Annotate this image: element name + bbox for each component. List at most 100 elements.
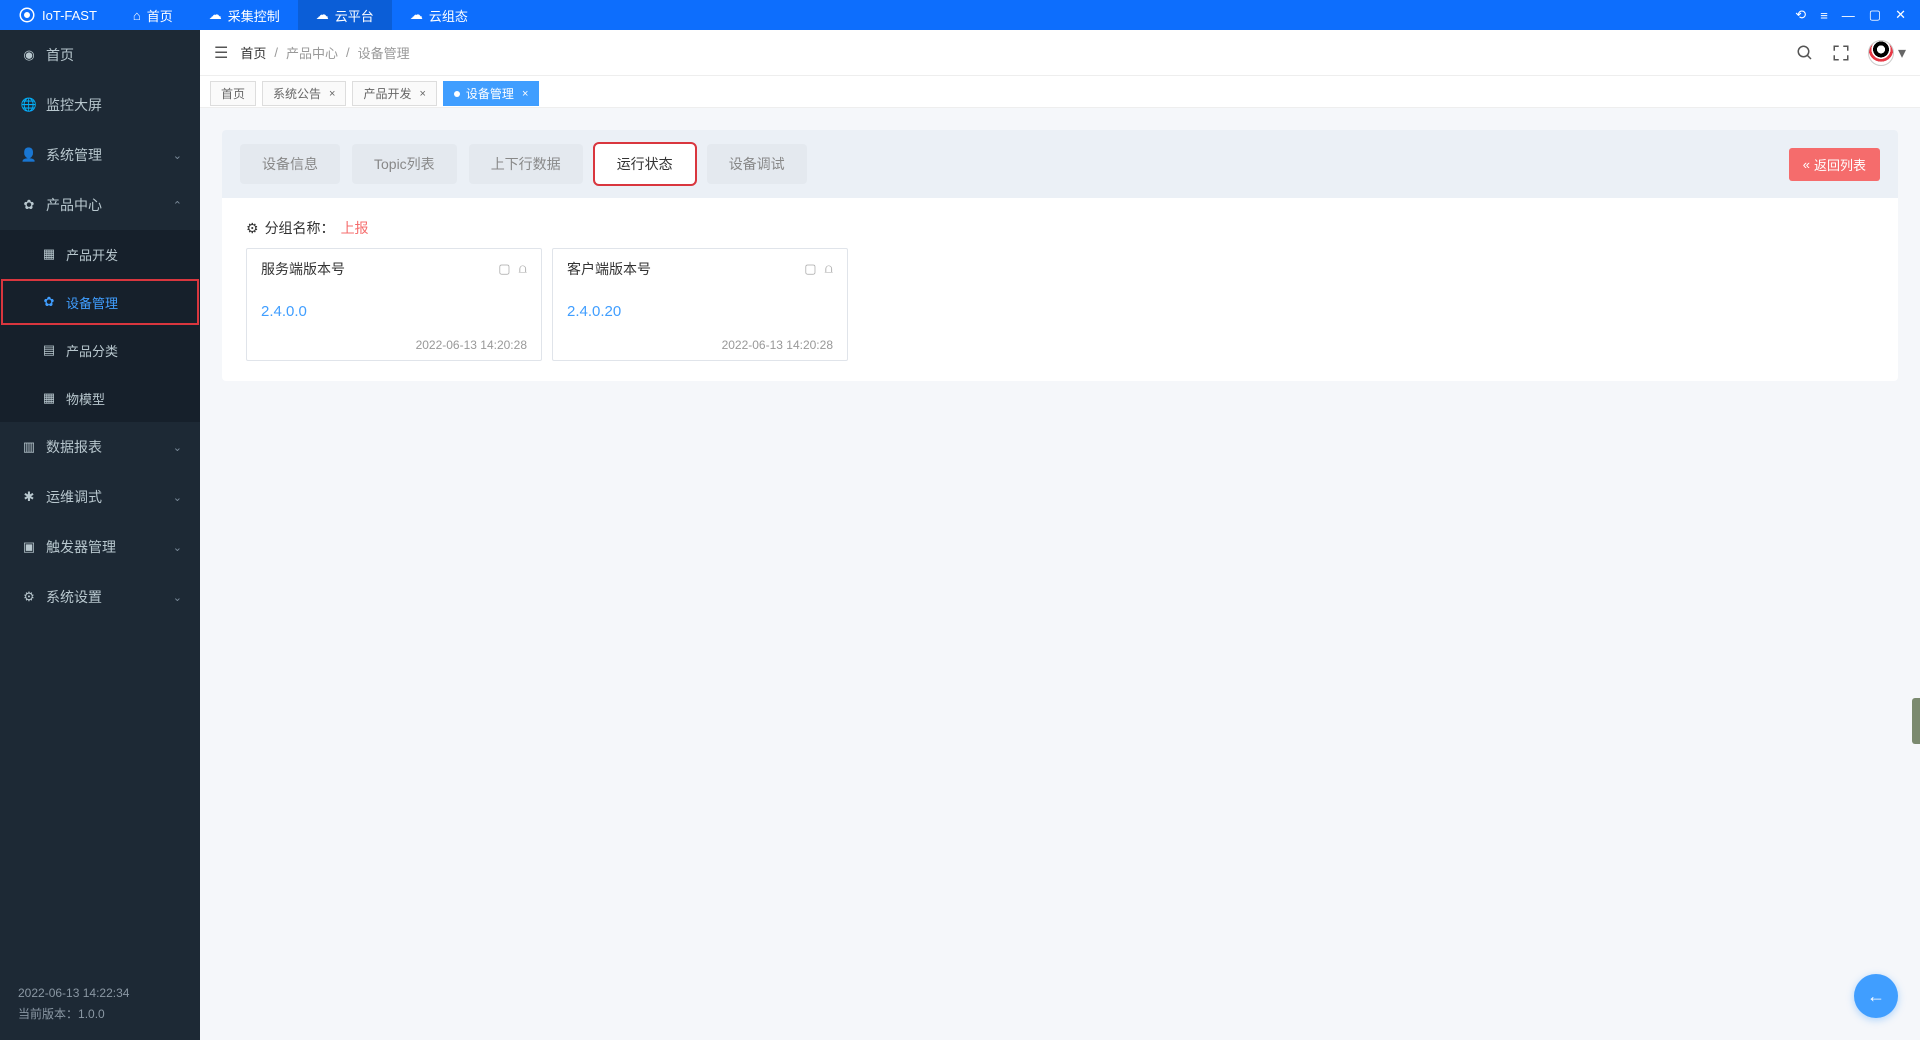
close-tab-icon[interactable]: × [329,88,335,100]
group-name-row: ⚙ 分组名称： 上报 [246,218,1874,238]
panel-body: ⚙ 分组名称： 上报 服务端版本号 ▢ ⩍ [222,198,1898,381]
bug-icon: ✱ [18,489,40,505]
logo-icon [18,6,36,24]
tab-device-mgmt[interactable]: 设备管理 × [443,81,539,106]
panel-header: 设备信息 Topic列表 上下行数据 运行状态 设备调试 « 返回列表 [222,130,1898,198]
sidebar-item-monitor[interactable]: 🌐 监控大屏 [0,80,200,130]
chevron-down-icon: ▾ [1898,43,1906,63]
maximize-icon[interactable]: ▢ [1869,7,1881,23]
topbar-actions: ▾ [1796,40,1906,66]
close-tab-icon[interactable]: × [522,88,528,100]
card-value: 2.4.0.20 [567,279,833,338]
sidebar-item-system-mgmt[interactable]: 👤 系统管理 ⌄ [0,130,200,180]
close-icon[interactable]: ✕ [1895,7,1906,23]
titlebar-nav: ⌂ 首页 ☁ 采集控制 ☁ 云平台 ☁ 云组态 [115,0,486,30]
globe-icon: 🌐 [18,97,40,113]
menu-icon[interactable]: ≡ [1820,8,1828,23]
sidebar-item-home[interactable]: ◉ 首页 [0,30,200,80]
double-left-icon: « [1803,157,1810,172]
grid-icon: ▦ [38,390,60,406]
group-label: 分组名称： [265,218,335,238]
close-tab-icon[interactable]: × [419,88,425,100]
user-menu[interactable]: ▾ [1868,40,1906,66]
search-icon[interactable] [1796,44,1814,62]
sidebar: ◉ 首页 🌐 监控大屏 👤 系统管理 ⌄ ✿ 产品中心 ⌃ ▦ 产品开发 [0,30,200,1040]
dashboard-icon: ◉ [18,47,40,63]
sidebar-item-system-settings[interactable]: ⚙ 系统设置 ⌄ [0,572,200,622]
open-tabs-bar: 首页 系统公告 × 产品开发 × 设备管理 × [200,76,1920,108]
minimize-icon[interactable]: — [1842,8,1855,23]
cloud-config-icon: ☁ [410,7,423,23]
chevron-down-icon: ⌄ [173,149,182,162]
chart-icon[interactable]: ⩍ [519,261,527,277]
window-controls: ⟲ ≡ — ▢ ✕ [1781,7,1920,23]
fab-back-button[interactable]: ← [1854,974,1898,1018]
avatar-icon [1868,40,1894,66]
collapse-sidebar-icon[interactable]: ☰ [214,43,228,63]
breadcrumb-device-mgmt: 设备管理 [358,43,410,62]
seg-tab-run-status[interactable]: 运行状态 [595,144,695,184]
nav-home[interactable]: ⌂ 首页 [115,0,191,30]
sidebar-footer: 2022-06-13 14:22:34 当前版本：1.0.0 [0,969,200,1040]
chart-icon: ▥ [18,439,40,455]
cog-icon: ⚙ [18,589,40,605]
nav-collect[interactable]: ☁ 采集控制 [191,0,298,30]
chevron-down-icon: ⌄ [173,491,182,504]
fullscreen-icon[interactable] [1832,44,1850,62]
app-logo: IoT-FAST [0,6,115,24]
box-icon: ▦ [38,246,60,262]
back-to-list-button[interactable]: « 返回列表 [1789,148,1880,181]
tab-product-dev[interactable]: 产品开发 × [352,81,436,106]
card-title: 客户端版本号 [567,259,804,279]
card-value: 2.4.0.0 [261,279,527,338]
trigger-icon: ▣ [18,539,40,555]
window-titlebar: IoT-FAST ⌂ 首页 ☁ 采集控制 ☁ 云平台 ☁ 云组态 ⟲ ≡ — ▢… [0,0,1920,30]
footer-version: 当前版本：1.0.0 [18,1004,182,1026]
list-icon: ▤ [38,342,60,358]
card-client-version: 客户端版本号 ▢ ⩍ 2.4.0.20 2022-06-13 14:20:28 [552,248,848,361]
chevron-down-icon: ⌄ [173,441,182,454]
arrow-left-icon: ← [1867,986,1885,1007]
gear-icon: ✿ [38,294,60,310]
sidebar-item-device-mgmt[interactable]: ✿ 设备管理 [0,278,200,326]
segment-tabs: 设备信息 Topic列表 上下行数据 运行状态 设备调试 [240,144,807,184]
refresh-icon[interactable]: ⟲ [1795,7,1806,23]
tab-system-notice[interactable]: 系统公告 × [262,81,346,106]
device-panel: 设备信息 Topic列表 上下行数据 运行状态 设备调试 « 返回列表 ⚙ [222,130,1898,381]
cloud-icon: ☁ [209,7,222,23]
tab-home[interactable]: 首页 [210,81,256,106]
seg-tab-device-debug[interactable]: 设备调试 [707,144,807,184]
main-area: ☰ 首页 / 产品中心 / 设备管理 ▾ [200,30,1920,1040]
sidebar-item-product-center[interactable]: ✿ 产品中心 ⌃ [0,180,200,230]
topbar: ☰ 首页 / 产品中心 / 设备管理 ▾ [200,30,1920,76]
card-server-version: 服务端版本号 ▢ ⩍ 2.4.0.0 2022-06-13 14:20:28 [246,248,542,361]
card-title: 服务端版本号 [261,259,498,279]
image-icon[interactable]: ▢ [804,261,816,277]
card-timestamp: 2022-06-13 14:20:28 [567,338,833,352]
right-edge-handle[interactable] [1912,698,1920,744]
image-icon[interactable]: ▢ [498,261,510,277]
sidebar-item-product-category[interactable]: ▤ 产品分类 [0,326,200,374]
sidebar-item-trigger-mgmt[interactable]: ▣ 触发器管理 ⌄ [0,522,200,572]
content-area: 设备信息 Topic列表 上下行数据 运行状态 设备调试 « 返回列表 ⚙ [200,108,1920,1040]
sidebar-item-data-report[interactable]: ▥ 数据报表 ⌄ [0,422,200,472]
breadcrumb: 首页 / 产品中心 / 设备管理 [240,43,409,62]
nav-cloud-config[interactable]: ☁ 云组态 [392,0,486,30]
footer-time: 2022-06-13 14:22:34 [18,983,182,1005]
seg-tab-uplink-downlink[interactable]: 上下行数据 [469,144,583,184]
seg-tab-topic-list[interactable]: Topic列表 [352,144,457,184]
sidebar-item-product-dev[interactable]: ▦ 产品开发 [0,230,200,278]
seg-tab-device-info[interactable]: 设备信息 [240,144,340,184]
breadcrumb-home[interactable]: 首页 [240,43,266,62]
sidebar-item-ops-debug[interactable]: ✱ 运维调式 ⌄ [0,472,200,522]
group-icon: ⚙ [246,220,259,237]
gear-icon: ✿ [18,197,40,213]
nav-cloud-platform[interactable]: ☁ 云平台 [298,0,392,30]
app-name: IoT-FAST [42,8,97,23]
sidebar-item-object-model[interactable]: ▦ 物模型 [0,374,200,422]
breadcrumb-product-center[interactable]: 产品中心 [286,43,338,62]
card-timestamp: 2022-06-13 14:20:28 [261,338,527,352]
home-icon: ⌂ [133,8,141,23]
chevron-down-icon: ⌄ [173,541,182,554]
chart-icon[interactable]: ⩍ [825,261,833,277]
